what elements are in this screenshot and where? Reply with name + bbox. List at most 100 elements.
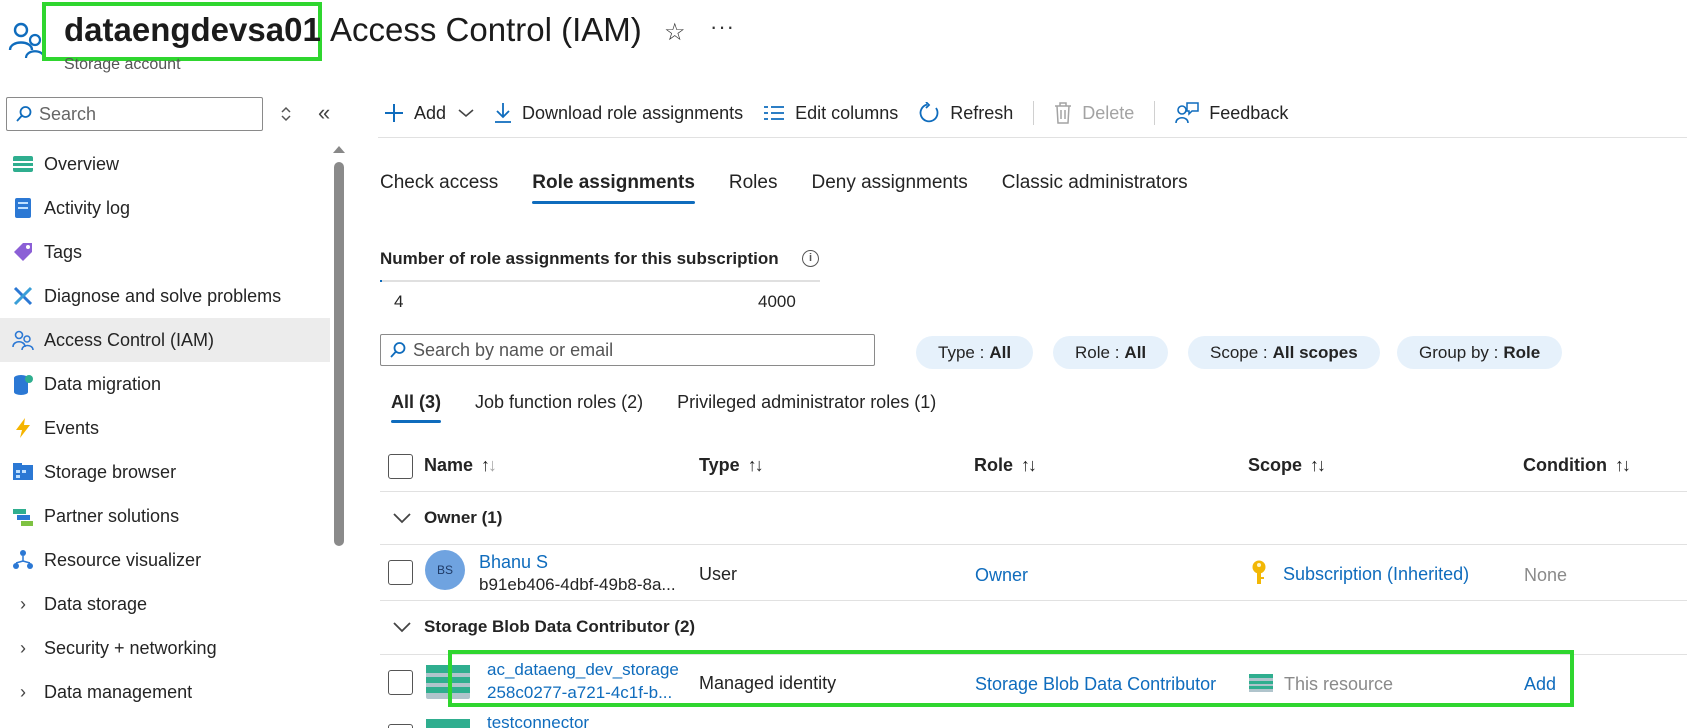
iam-people-icon	[12, 330, 34, 351]
sidebar-item-resource-visualizer[interactable]: Resource visualizer	[0, 538, 330, 582]
principal-name-link[interactable]: testconnector	[487, 713, 589, 728]
resource-visualizer-icon	[13, 550, 33, 569]
filter-scope[interactable]: Scope : All scopes	[1188, 336, 1380, 369]
key-icon	[1252, 560, 1266, 584]
table-divider	[380, 544, 1687, 545]
search-by-name-box[interactable]	[380, 334, 875, 366]
tab-roles[interactable]: Roles	[729, 172, 778, 204]
column-label: Role	[974, 455, 1014, 475]
storage-browser-icon	[13, 463, 33, 480]
sort-icon: ↑↓	[1021, 455, 1037, 475]
sidebar-item-tags[interactable]: Tags	[0, 230, 330, 274]
add-button[interactable]: Add	[384, 103, 474, 124]
scope-link[interactable]: Subscription (Inherited)	[1283, 564, 1469, 585]
filter-group-by[interactable]: Group by : Role	[1397, 336, 1563, 369]
search-by-name-input[interactable]	[413, 339, 863, 361]
download-role-assignments-button[interactable]: Download role assignments	[494, 102, 743, 124]
star-icon[interactable]: ☆	[664, 18, 686, 47]
column-header-condition[interactable]: Condition ↑↓	[1523, 455, 1631, 476]
sidebar-item-label: Partner solutions	[44, 505, 180, 526]
sidebar-item-activity-log[interactable]: Activity log	[0, 186, 330, 230]
command-bar: Add Download role assignments Edit colum…	[384, 98, 1308, 128]
tab-check-access[interactable]: Check access	[380, 172, 498, 204]
row-checkbox[interactable]	[388, 724, 413, 728]
resource-name: dataengdevsa01	[64, 11, 321, 48]
group-label: Owner (1)	[424, 508, 503, 527]
principal-type: User	[699, 564, 738, 584]
group-header-storage-blob-data-contributor[interactable]: Storage Blob Data Contributor (2)	[392, 617, 695, 637]
row-checkbox[interactable]	[388, 670, 413, 695]
sidebar-item-label: Events	[44, 417, 100, 438]
sidebar-item-overview[interactable]: Overview	[0, 142, 330, 186]
managed-identity-icon	[426, 719, 470, 728]
sidebar-item-label: Data storage	[44, 593, 148, 614]
sidebar-item-access-control[interactable]: Access Control (IAM)	[0, 318, 330, 362]
sidebar-item-storage-browser[interactable]: Storage browser	[0, 450, 330, 494]
activity-log-icon	[15, 198, 31, 218]
sidebar-item-label: Storage browser	[44, 461, 177, 482]
filter-type[interactable]: Type : All	[916, 336, 1034, 369]
column-header-role[interactable]: Role ↑↓	[974, 455, 1037, 476]
refresh-icon	[919, 102, 939, 123]
sidebar-item-data-migration[interactable]: Data migration	[0, 362, 330, 406]
chevron-right-icon: ›	[20, 593, 26, 614]
sidebar-item-events[interactable]: Events	[0, 406, 330, 450]
chevron-right-icon: ›	[20, 637, 26, 658]
column-header-name[interactable]: Name ↑↓	[424, 455, 497, 476]
delete-button[interactable]: Delete	[1054, 102, 1134, 124]
principal-name-link[interactable]: Bhanu S	[479, 552, 548, 573]
subtab-job-function-roles[interactable]: Job function roles (2)	[475, 392, 643, 423]
tab-classic-administrators[interactable]: Classic administrators	[1002, 172, 1188, 204]
toolbar-divider	[378, 137, 1687, 138]
download-icon	[495, 103, 512, 123]
column-header-type[interactable]: Type ↑↓	[699, 455, 764, 476]
sidebar-item-diagnose[interactable]: Diagnose and solve problems	[0, 274, 330, 318]
more-icon[interactable]: ···	[710, 14, 735, 40]
usage-bar-fill	[380, 280, 383, 282]
partner-solutions-icon	[13, 509, 33, 526]
page-title: Access Control (IAM)	[330, 11, 642, 48]
principal-id: b91eb406-4dbf-49b8-8a...	[479, 575, 676, 594]
group-header-owner[interactable]: Owner (1)	[392, 508, 502, 528]
sidebar-item-label: Diagnose and solve problems	[44, 285, 282, 306]
sidebar-search[interactable]	[6, 97, 263, 131]
sidebar-search-input[interactable]	[39, 102, 254, 126]
scroll-up-arrow[interactable]	[333, 146, 345, 153]
info-icon[interactable]: i	[802, 250, 819, 267]
sidebar-group-data-management[interactable]: › Data management	[0, 670, 330, 714]
column-header-scope[interactable]: Scope ↑↓	[1248, 455, 1326, 476]
tab-deny-assignments[interactable]: Deny assignments	[811, 172, 967, 204]
search-icon	[390, 342, 406, 358]
toolbar-separator	[1154, 101, 1156, 125]
toolbar-separator	[1033, 101, 1035, 125]
subtab-privileged-admin-roles[interactable]: Privileged administrator roles (1)	[677, 392, 936, 423]
refresh-button[interactable]: Refresh	[918, 102, 1013, 124]
sort-updown-icon[interactable]	[278, 104, 294, 124]
filter-value: All	[989, 342, 1012, 362]
events-bolt-icon	[16, 418, 30, 438]
sidebar-item-label: Activity log	[44, 197, 131, 218]
table-divider	[380, 600, 1687, 601]
subtab-all[interactable]: All (3)	[391, 392, 442, 423]
column-label: Name	[424, 455, 474, 475]
role-link[interactable]: Owner	[975, 565, 1028, 586]
sidebar-scrollbar-thumb[interactable]	[334, 162, 344, 546]
feedback-button[interactable]: Feedback	[1175, 102, 1288, 124]
tab-role-assignments[interactable]: Role assignments	[532, 172, 695, 204]
role-assignment-count-current: 4	[394, 292, 404, 311]
sidebar-group-security-networking[interactable]: › Security + networking	[0, 626, 330, 670]
role-category-tabs: All (3) Job function roles (2) Privilege…	[391, 392, 970, 423]
refresh-label: Refresh	[950, 102, 1014, 123]
sidebar-item-label: Tags	[44, 241, 83, 262]
select-all-checkbox[interactable]	[388, 454, 413, 479]
table-divider	[380, 491, 1687, 492]
sidebar-group-data-storage[interactable]: › Data storage	[0, 582, 330, 626]
filter-role[interactable]: Role : All	[1053, 336, 1169, 369]
chevron-down-icon	[458, 109, 474, 118]
plus-icon	[385, 104, 403, 122]
sidebar-item-partner-solutions[interactable]: Partner solutions	[0, 494, 330, 538]
collapse-sidebar-icon[interactable]: «	[318, 100, 330, 126]
edit-columns-button[interactable]: Edit columns	[763, 103, 898, 124]
sidebar-item-label: Data migration	[44, 373, 162, 394]
row-checkbox[interactable]	[388, 560, 413, 585]
